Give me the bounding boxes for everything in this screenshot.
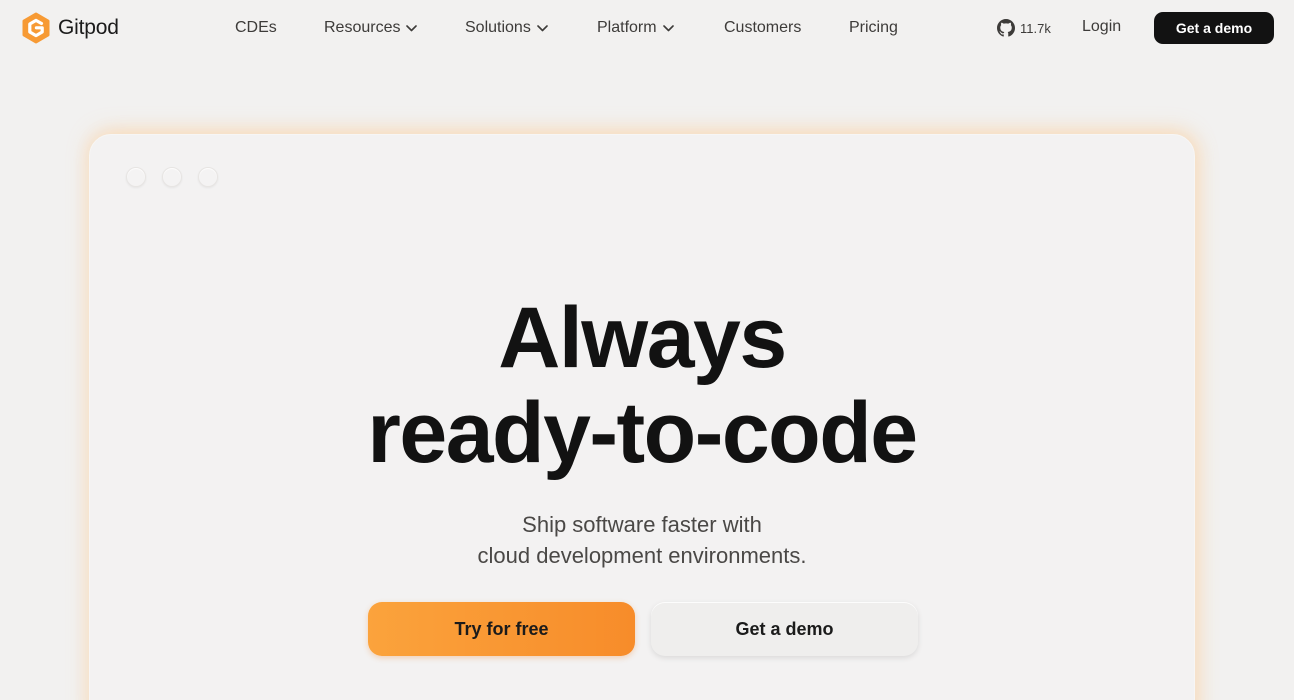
nav-item-label: CDEs <box>235 19 277 36</box>
chevron-down-icon <box>537 24 548 31</box>
chevron-down-icon <box>662 24 674 31</box>
hero-window: Always ready-to-code Ship software faste… <box>89 134 1195 700</box>
headline-line-2: ready-to-code <box>367 385 918 481</box>
github-stars-link[interactable]: 11.7k <box>997 18 1051 38</box>
subtitle-line-2: cloud development environments. <box>477 543 807 568</box>
nav-item-label: Customers <box>724 19 802 36</box>
nav-item-cdes[interactable]: CDEs <box>235 18 277 38</box>
hero-headline: Always ready-to-code <box>90 291 1194 481</box>
try-for-free-button[interactable]: Try for free <box>368 602 635 656</box>
window-dot-icon <box>198 167 218 187</box>
gitpod-logo[interactable]: Gitpod <box>21 12 119 44</box>
nav-item-resources[interactable]: Resources <box>324 18 418 38</box>
brand-name: Gitpod <box>58 16 119 39</box>
top-nav: Gitpod CDEs Resources Solutions Platform… <box>0 0 1294 56</box>
nav-item-label: Pricing <box>849 19 898 36</box>
nav-item-platform[interactable]: Platform <box>597 18 674 38</box>
nav-item-solutions[interactable]: Solutions <box>465 18 548 38</box>
nav-item-label: Platform <box>597 19 657 36</box>
gitpod-logo-icon <box>22 12 50 44</box>
window-dot-icon <box>126 167 146 187</box>
get-a-demo-button[interactable]: Get a demo <box>1154 12 1274 44</box>
headline-line-1: Always <box>498 290 787 386</box>
nav-item-label: Solutions <box>465 19 531 36</box>
github-icon <box>997 19 1015 37</box>
window-dot-icon <box>162 167 182 187</box>
login-link[interactable]: Login <box>1082 18 1121 36</box>
nav-item-pricing[interactable]: Pricing <box>849 18 898 38</box>
hero-subtitle: Ship software faster with cloud developm… <box>90 509 1194 571</box>
hero-get-a-demo-button[interactable]: Get a demo <box>651 602 918 656</box>
github-star-count: 11.7k <box>1020 20 1051 36</box>
subtitle-line-1: Ship software faster with <box>522 512 762 537</box>
chevron-down-icon <box>406 24 418 31</box>
nav-item-label: Resources <box>324 19 401 36</box>
nav-item-customers[interactable]: Customers <box>724 18 801 38</box>
